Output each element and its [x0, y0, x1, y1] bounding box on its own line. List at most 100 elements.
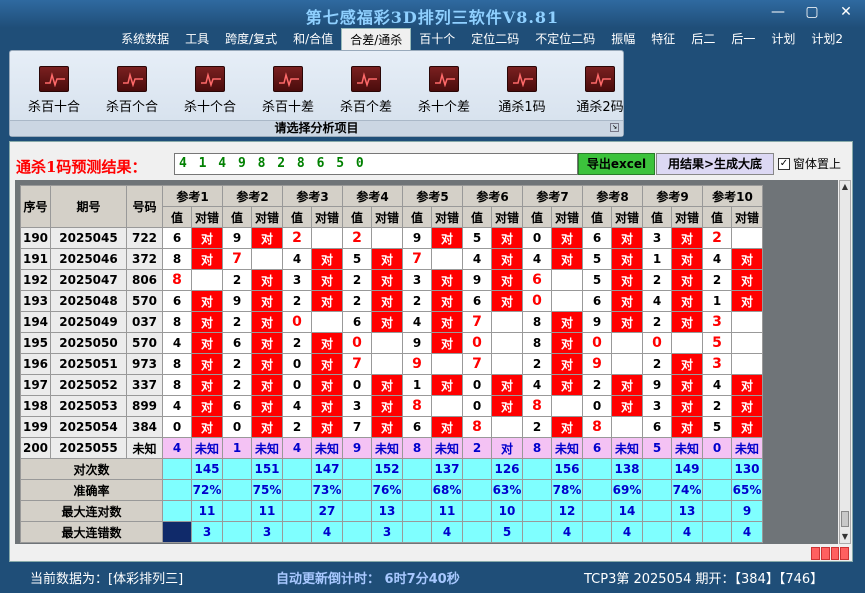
ribbon-button-1[interactable]: 杀百十合: [20, 66, 88, 115]
topmost-checkbox[interactable]: ✓: [778, 157, 790, 170]
tab-3[interactable]: 跨度/复式: [217, 28, 285, 50]
scroll-up-icon[interactable]: ▲: [840, 181, 850, 193]
tab-8[interactable]: 不定位二码: [527, 28, 603, 50]
tab-9[interactable]: 振幅: [603, 28, 643, 50]
pred-check: 未知: [251, 437, 283, 459]
tab-14[interactable]: 计划2: [803, 28, 851, 50]
ribbon-button-4[interactable]: 杀百十差: [254, 66, 322, 115]
row-index: 194: [20, 311, 51, 333]
row-number: 570: [126, 332, 163, 354]
main-panel: 通杀1码预测结果： 4 1 4 9 8 2 8 6 5 0 导出excel 用结…: [9, 141, 853, 562]
minimize-icon[interactable]: —: [765, 3, 791, 21]
scroll-down-icon[interactable]: ▼: [840, 531, 850, 543]
table-row[interactable]: 198 2025053 899 4 对 6 对 4 对 3 对 8 0 对 8 0 对 3 对 2 对: [20, 395, 763, 417]
row-number: 722: [126, 227, 163, 249]
ribbon-button-8[interactable]: 通杀2码: [566, 66, 634, 115]
stat-spacer: [402, 479, 432, 501]
ribbon-button-6[interactable]: 杀十个差: [410, 66, 478, 115]
table-row[interactable]: 191 2025046 372 8 对 7 4 对 5 对 7 4 对 4 对 5 对 1 对 4 对: [20, 248, 763, 270]
row-number: 570: [126, 290, 163, 312]
ref-check: 对: [191, 374, 223, 396]
generate-base-button[interactable]: 用结果>生成大底: [656, 153, 774, 175]
row-period: 2025045: [50, 227, 127, 249]
ref-check: [491, 311, 523, 333]
row-period: 2025054: [50, 416, 127, 438]
stat-spacer: [282, 521, 312, 543]
table-row[interactable]: 193 2025048 570 6 对 9 对 2 对 2 对 2 对 6 对 0 6 对 4 对 1 对: [20, 290, 763, 312]
ref-value: 2: [342, 227, 372, 249]
tab-4[interactable]: 和/合值: [285, 28, 341, 50]
row-index: 198: [20, 395, 51, 417]
ref-value: 3: [282, 269, 312, 291]
tab-5[interactable]: 合差/通杀: [341, 28, 412, 50]
ref-value: 4: [522, 374, 552, 396]
stat-value: 137: [431, 458, 463, 480]
prediction-row[interactable]: 200 2025055 未知 4 未知 1 未知 4 未知 9 未知 8 未知 2 对 8 未知 6 未知 5 未知 0 未…: [20, 437, 763, 459]
table-row[interactable]: 195 2025050 570 4 对 6 对 2 对 0 9 对 0 8 对 0 0 5: [20, 332, 763, 354]
maximize-icon[interactable]: ▢: [799, 3, 825, 21]
tab-2[interactable]: 工具: [177, 28, 217, 50]
stat-value: 151: [251, 458, 283, 480]
table-row[interactable]: 199 2025054 384 0 对 0 对 2 对 7 对 6 对 8 2 对 8 6 对 5 对: [20, 416, 763, 438]
ref-value: 6: [582, 290, 612, 312]
result-field[interactable]: 4 1 4 9 8 2 8 6 5 0: [174, 153, 578, 175]
ref-value: 9: [222, 290, 252, 312]
table-row[interactable]: 192 2025047 806 8 2 对 3 对 2 对 3 对 9 对 6 5 对 2 对 2 对: [20, 269, 763, 291]
ref-value: 6: [462, 290, 492, 312]
ref-value: 4: [522, 248, 552, 270]
tab-10[interactable]: 特征: [643, 28, 683, 50]
header-ref-3: 参考3: [282, 185, 343, 207]
vertical-scrollbar[interactable]: ▲ ▼: [839, 180, 851, 544]
table-row[interactable]: 196 2025051 973 8 对 2 对 0 对 7 9 7 2 对 9 2 对 3: [20, 353, 763, 375]
ref-check: [611, 332, 643, 354]
ribbon-button-3[interactable]: 杀十个合: [176, 66, 244, 115]
tab-13[interactable]: 计划: [763, 28, 803, 50]
ribbon-button-7[interactable]: 通杀1码: [488, 66, 556, 115]
result-label: 通杀1码预测结果：: [16, 158, 147, 176]
header-ref-6: 参考6: [462, 185, 523, 207]
ref-check: [371, 227, 403, 249]
tab-12[interactable]: 后一: [723, 28, 763, 50]
close-icon[interactable]: ✕: [833, 3, 859, 21]
pred-value: 8: [522, 437, 552, 459]
header-ref-5: 参考5: [402, 185, 463, 207]
header-ref-9: 参考9: [642, 185, 703, 207]
topmost-toggle[interactable]: ✓ 窗体置上: [778, 155, 841, 172]
pred-check: 未知: [611, 437, 643, 459]
export-excel-button[interactable]: 导出excel: [578, 153, 655, 175]
ref-value: 2: [282, 227, 312, 249]
tab-7[interactable]: 定位二码: [463, 28, 527, 50]
ref-value: 4: [402, 311, 432, 333]
ref-value: 2: [402, 290, 432, 312]
row-index: 190: [20, 227, 51, 249]
table-row[interactable]: 190 2025045 722 6 对 9 对 2 2 9 对 5 对 0 对 6 对 3 对 2: [20, 227, 763, 249]
table-row[interactable]: 194 2025049 037 8 对 2 对 0 6 对 4 对 7 8 对 9 对 2 对 3: [20, 311, 763, 333]
dialog-launcher-icon[interactable]: ↘: [610, 123, 619, 132]
ribbon-button-2[interactable]: 杀百个合: [98, 66, 166, 115]
ref-value: 0: [462, 395, 492, 417]
tab-11[interactable]: 后二: [683, 28, 723, 50]
ref-value: 2: [342, 269, 372, 291]
ref-check: 对: [371, 248, 403, 270]
pred-check: 未知: [371, 437, 403, 459]
scroll-thumb[interactable]: [841, 511, 849, 527]
stat-value: 13: [371, 500, 403, 522]
stat-spacer: [402, 458, 432, 480]
stat-value: 74%: [671, 479, 703, 501]
stat-label: 最大连对数: [20, 500, 163, 522]
ref-check: 对: [431, 311, 463, 333]
tab-6[interactable]: 百十个: [411, 28, 463, 50]
row-period: 2025053: [50, 395, 127, 417]
stat-spacer: [162, 458, 192, 480]
row-period: 2025046: [50, 248, 127, 270]
ref-check: 对: [311, 332, 343, 354]
ref-value: 8: [162, 353, 192, 375]
row-number: 899: [126, 395, 163, 417]
progress-indicator: [811, 547, 849, 560]
ribbon-button-5[interactable]: 杀百个差: [332, 66, 400, 115]
tab-1[interactable]: 系统数据: [113, 28, 177, 50]
table-row[interactable]: 197 2025052 337 8 对 2 对 0 对 0 对 1 对 0 对 4 对 2 对 9 对 4 对: [20, 374, 763, 396]
ref-check: [431, 353, 463, 375]
pred-value: 2: [462, 437, 492, 459]
header-check: 对错: [251, 206, 283, 228]
